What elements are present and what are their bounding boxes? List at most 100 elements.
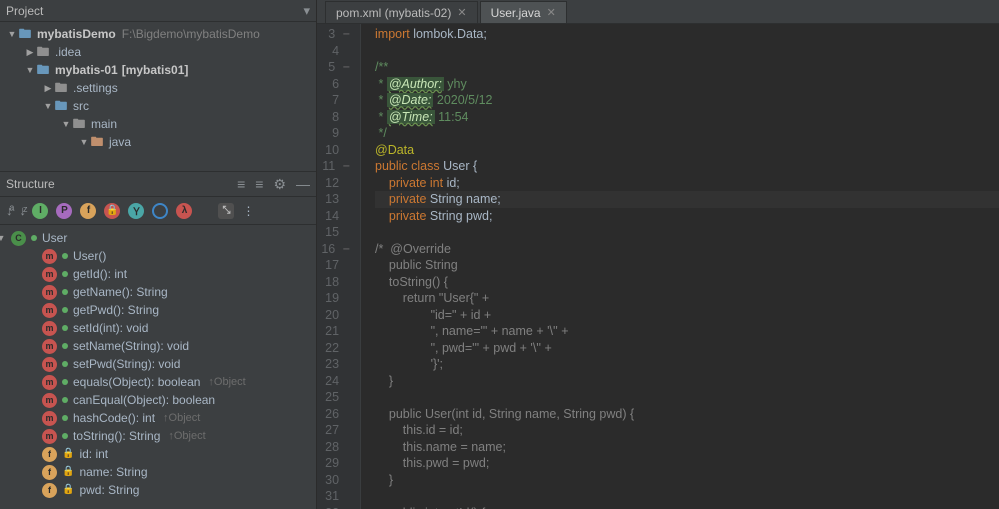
- structure-class-row[interactable]: C User: [0, 229, 316, 247]
- method-icon: m: [42, 339, 57, 354]
- code-line[interactable]: "id=" + id +: [375, 307, 999, 324]
- code-line[interactable]: public int getId() {: [375, 505, 999, 509]
- expand-all-icon[interactable]: ⤡: [218, 203, 234, 219]
- structure-member[interactable]: f🔒pwd: String: [0, 481, 316, 499]
- structure-pane-title[interactable]: Structure: [6, 177, 227, 191]
- structure-more-icon[interactable]: ⋮: [242, 204, 254, 218]
- structure-hide-icon[interactable]: —: [296, 176, 310, 192]
- filter-properties-icon[interactable]: P: [56, 203, 72, 219]
- code-line[interactable]: }: [375, 472, 999, 489]
- tree-arrow-icon[interactable]: [24, 61, 36, 79]
- filter-inherited-icon[interactable]: Ｙ: [128, 203, 144, 219]
- code-line[interactable]: }: [375, 373, 999, 390]
- tree-arrow-icon[interactable]: [24, 43, 36, 61]
- structure-member[interactable]: msetId(int): void: [0, 319, 316, 337]
- public-dot-icon: [62, 433, 68, 439]
- code-line[interactable]: import lombok.Data;: [375, 26, 999, 43]
- structure-sort2-icon[interactable]: ≡: [255, 176, 263, 192]
- project-tree-item[interactable]: java: [0, 133, 316, 151]
- method-icon: m: [42, 357, 57, 372]
- code-line[interactable]: this.id = id;: [375, 422, 999, 439]
- close-icon[interactable]: ✕: [547, 6, 556, 19]
- code-line[interactable]: * @Time: 11:54: [375, 109, 999, 126]
- tree-arrow-icon[interactable]: [78, 133, 90, 151]
- tree-arrow-icon[interactable]: [60, 115, 72, 133]
- member-label: User(): [73, 247, 106, 265]
- code-line[interactable]: [375, 43, 999, 60]
- code-line[interactable]: [375, 389, 999, 406]
- code-line[interactable]: this.pwd = pwd;: [375, 455, 999, 472]
- structure-member[interactable]: mcanEqual(Object): boolean: [0, 391, 316, 409]
- structure-member[interactable]: m getName(): String: [0, 283, 316, 301]
- sort-alpha-asc-icon[interactable]: ↓ª: [6, 203, 11, 218]
- structure-settings-icon[interactable]: ⚙: [273, 176, 286, 193]
- code-line[interactable]: /**: [375, 59, 999, 76]
- gutter-line: 13: [317, 191, 350, 208]
- structure-member[interactable]: mUser(): [0, 247, 316, 265]
- tree-item-label: .idea: [55, 43, 81, 61]
- tree-arrow-icon[interactable]: [0, 229, 6, 247]
- member-label: getName(): String: [73, 283, 168, 301]
- gutter-line: 22: [317, 340, 350, 357]
- structure-member[interactable]: mhashCode(): int↑Object: [0, 409, 316, 427]
- tree-arrow-icon[interactable]: [42, 97, 54, 115]
- structure-member[interactable]: f🔒name: String: [0, 463, 316, 481]
- gutter-line: 8: [317, 109, 350, 126]
- filter-interfaces-icon[interactable]: I: [32, 203, 48, 219]
- filter-fields-icon[interactable]: f: [80, 203, 96, 219]
- code-line[interactable]: return "User{" +: [375, 290, 999, 307]
- project-root[interactable]: mybatisDemo F:\Bigdemo\mybatisDemo: [0, 25, 316, 43]
- filter-lock-icon[interactable]: 🔒: [104, 203, 120, 219]
- folder-icon: [54, 97, 68, 115]
- structure-member[interactable]: f🔒id: int: [0, 445, 316, 463]
- code-line[interactable]: this.name = name;: [375, 439, 999, 456]
- editor-tab[interactable]: pom.xml (mybatis-02)✕: [325, 1, 478, 23]
- structure-member[interactable]: mequals(Object): boolean↑Object: [0, 373, 316, 391]
- gutter-line: 29: [317, 455, 350, 472]
- code-line[interactable]: private String name;: [375, 191, 999, 208]
- editor-tab[interactable]: User.java✕: [480, 1, 567, 23]
- code-line[interactable]: * @Date: 2020/5/12: [375, 92, 999, 109]
- project-tree-item[interactable]: .idea: [0, 43, 316, 61]
- close-icon[interactable]: ✕: [457, 6, 466, 19]
- code-line[interactable]: ", pwd='" + pwd + '\'' +: [375, 340, 999, 357]
- code-line[interactable]: /* @Override: [375, 241, 999, 258]
- code-line[interactable]: public String: [375, 257, 999, 274]
- project-tree-item[interactable]: main: [0, 115, 316, 133]
- project-tree-item[interactable]: .settings: [0, 79, 316, 97]
- structure-member[interactable]: msetName(String): void: [0, 337, 316, 355]
- code-line[interactable]: public class User {: [375, 158, 999, 175]
- tree-arrow-icon[interactable]: [42, 79, 54, 97]
- tree-item-extra: [mybatis01]: [122, 61, 189, 79]
- project-root-path: F:\Bigdemo\mybatisDemo: [122, 25, 260, 43]
- code-line[interactable]: @Data: [375, 142, 999, 159]
- project-pane-view-menu[interactable]: [303, 3, 310, 19]
- sort-alpha-desc-icon[interactable]: ↓ᶻ: [19, 203, 24, 218]
- method-icon: m: [42, 285, 57, 300]
- code-line[interactable]: * @Author: yhy: [375, 76, 999, 93]
- editor-code[interactable]: import lombok.Data; /** * @Author: yhy *…: [361, 24, 999, 509]
- filter-anon-icon[interactable]: [152, 203, 168, 219]
- filter-lambda-icon[interactable]: λ: [176, 203, 192, 219]
- code-line[interactable]: [375, 224, 999, 241]
- code-line[interactable]: private int id;: [375, 175, 999, 192]
- structure-member[interactable]: msetPwd(String): void: [0, 355, 316, 373]
- module-icon: [18, 25, 32, 43]
- code-line[interactable]: public User(int id, String name, String …: [375, 406, 999, 423]
- structure-sort1-icon[interactable]: ≡: [237, 176, 245, 192]
- code-line[interactable]: */: [375, 125, 999, 142]
- structure-tree: C User mUser()mgetId(): intmgetName(): S…: [0, 225, 316, 509]
- code-line[interactable]: private String pwd;: [375, 208, 999, 225]
- structure-member[interactable]: mgetPwd(): String: [0, 301, 316, 319]
- structure-member[interactable]: mtoString(): String↑Object: [0, 427, 316, 445]
- project-tree-item[interactable]: mybatis-01[mybatis01]: [0, 61, 316, 79]
- tree-arrow-icon[interactable]: [6, 25, 18, 43]
- code-line[interactable]: ", name='" + name + '\'' +: [375, 323, 999, 340]
- code-line[interactable]: toString() {: [375, 274, 999, 291]
- structure-member[interactable]: mgetId(): int: [0, 265, 316, 283]
- member-label: name: String: [79, 463, 147, 481]
- project-tree-item[interactable]: src: [0, 97, 316, 115]
- project-pane-title[interactable]: Project: [6, 4, 297, 18]
- code-line[interactable]: [375, 488, 999, 505]
- code-line[interactable]: '}';: [375, 356, 999, 373]
